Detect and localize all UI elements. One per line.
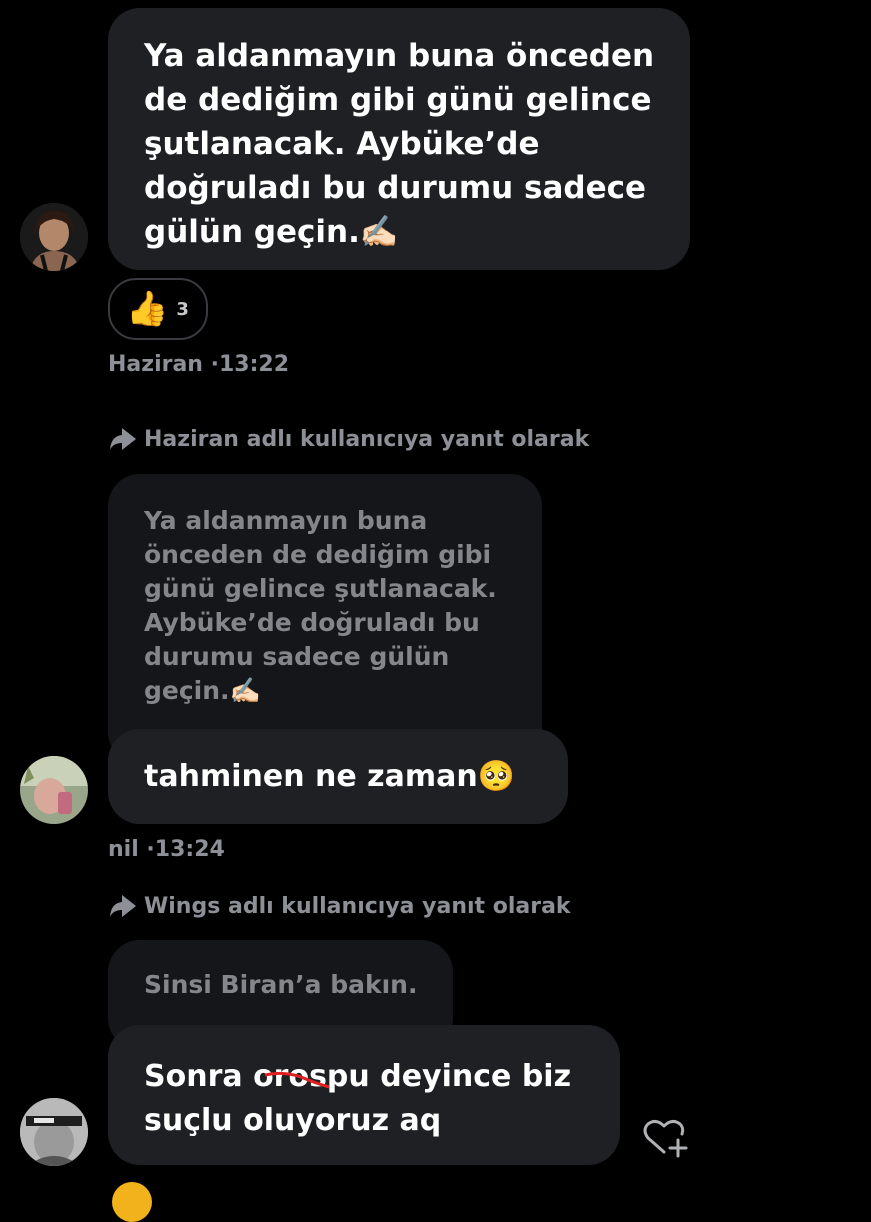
message-bubble[interactable]: Sonra orospu deyince biz suçlu oluyoruz … <box>108 1025 620 1165</box>
partial-reaction-emoji <box>112 1182 152 1222</box>
thumbs-up-emoji: 👍 <box>126 289 169 329</box>
reply-context-text: Haziran adlı kullanıcıya yanıt olarak <box>144 426 590 452</box>
message-bubble[interactable]: Ya aldanmayın buna önceden de dediğim gi… <box>108 8 690 270</box>
reply-context: Wings adlı kullanıcıya yanıt olarak <box>108 893 571 919</box>
reply-arrow-icon <box>110 895 136 917</box>
reply-context: Haziran adlı kullanıcıya yanıt olarak <box>108 426 589 452</box>
reply-arrow-icon <box>110 428 136 450</box>
message-text: Ya aldanmayın buna önceden de dediğim gi… <box>144 38 655 250</box>
red-scribble <box>264 1071 330 1089</box>
reaction-count: 3 <box>176 298 189 320</box>
message-meta: nil ·13:24 <box>108 837 225 862</box>
add-reaction-heart-icon[interactable] <box>642 1118 690 1158</box>
quoted-text: Ya aldanmayın buna önceden de dediğim gi… <box>144 506 497 705</box>
message-bubble[interactable]: tahminen ne zaman🥺 <box>108 729 568 824</box>
message-text: tahminen ne zaman🥺 <box>144 759 516 794</box>
reply-context-text: Wings adlı kullanıcıya yanıt olarak <box>144 893 571 919</box>
reaction-pill[interactable]: 👍 3 <box>108 278 208 340</box>
timestamp: ·13:24 <box>146 837 225 862</box>
quoted-message[interactable]: Ya aldanmayın buna önceden de dediğim gi… <box>108 474 542 764</box>
avatar[interactable] <box>20 203 88 271</box>
avatar[interactable] <box>20 1098 88 1166</box>
quoted-text: Sinsi Biran’a bakın. <box>144 970 418 999</box>
message-text-before: Sonra <box>144 1059 254 1094</box>
timestamp: ·13:22 <box>210 352 290 377</box>
avatar[interactable] <box>20 756 88 824</box>
scribbled-word: orospu <box>253 1059 370 1094</box>
message-meta: Haziran ·13:22 <box>108 352 289 377</box>
sender-name: nil <box>108 837 139 862</box>
sender-name: Haziran <box>108 352 203 377</box>
